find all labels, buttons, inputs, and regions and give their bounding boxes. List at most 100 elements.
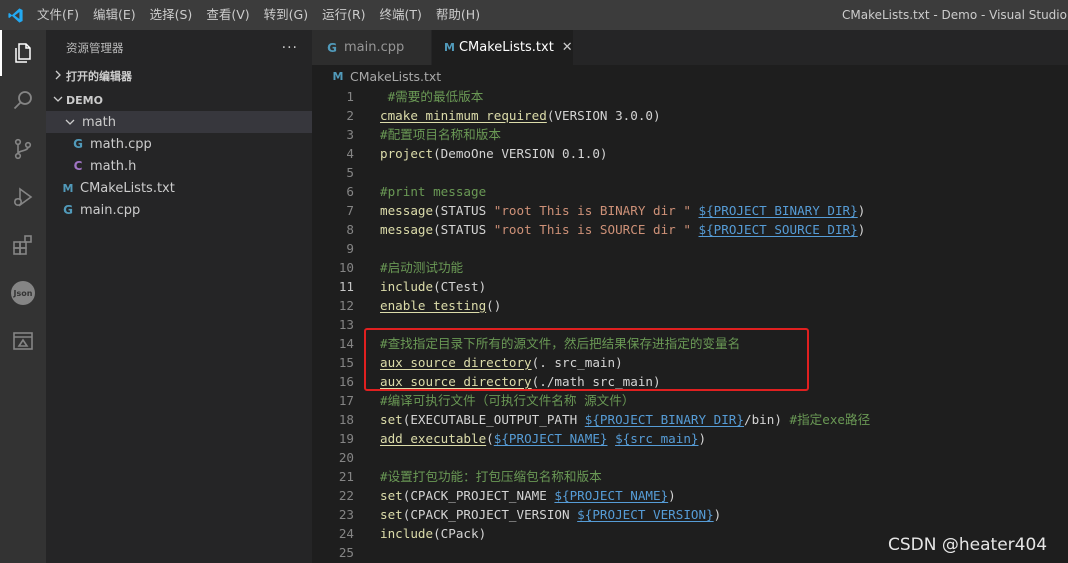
line-number: 2 [346, 108, 354, 123]
code-text: #设置打包功能：打包压缩包名称和版本 [380, 469, 602, 484]
code-line[interactable]: 7 message(STATUS "root This is BINARY dir… [312, 201, 1068, 220]
tab-cmakelists[interactable]: M CMakeLists.txt ✕ [432, 30, 574, 65]
code-line[interactable]: 19 add_executable(${PROJECT_NAME} ${src_m… [312, 429, 1068, 448]
code-line[interactable]: 16 aux_source_directory(./math src_main) [312, 372, 1068, 391]
line-number: 10 [338, 260, 354, 275]
watermark: CSDN @heater404 [888, 535, 1048, 555]
code-line[interactable]: 6 #print message [312, 182, 1068, 201]
code-line[interactable]: 17 #编译可执行文件（可执行文件名称 源文件） [312, 391, 1068, 410]
menu-selection[interactable]: 选择(S) [143, 0, 200, 30]
code-line[interactable]: 4 project(DemoOne VERSION 0.1.0) [312, 144, 1068, 163]
tree-item-label: math [82, 114, 116, 130]
menu-view[interactable]: 查看(V) [199, 0, 256, 30]
code-line[interactable]: 11 include(CTest) [312, 277, 1068, 296]
line-number: 22 [338, 488, 354, 503]
code-text: include(CTest) [380, 279, 487, 294]
code-line[interactable]: 8 message(STATUS "root This is SOURCE dir… [312, 220, 1068, 239]
code-text: #需要的最低版本 [387, 89, 484, 104]
code-line[interactable]: 13 [312, 315, 1068, 334]
tree-file-math-h[interactable]: C math.h [46, 155, 312, 177]
code-text: #配置项目名称和版本 [380, 127, 501, 142]
run-debug-icon[interactable] [0, 174, 46, 220]
line-number: 15 [338, 355, 354, 370]
editor-tabs: G main.cpp M CMakeLists.txt ✕ [312, 30, 1068, 65]
tree-file-math-cpp[interactable]: G math.cpp [46, 133, 312, 155]
code-text: #print message [380, 184, 487, 199]
tree-item-label: math.cpp [90, 136, 152, 152]
code-text: #编译可执行文件（可执行文件名称 源文件） [380, 393, 635, 408]
open-editors-section[interactable]: 打开的编辑器 [46, 65, 312, 87]
tab-label: main.cpp [344, 40, 405, 55]
code-line[interactable]: 1 #需要的最低版本 [312, 87, 1068, 106]
code-line[interactable]: 12 enable_testing() [312, 296, 1068, 315]
line-number: 17 [338, 393, 354, 408]
code-text: include(CPack) [380, 526, 487, 541]
code-line[interactable]: 18 set(EXECUTABLE_OUTPUT_PATH ${PROJECT_B… [312, 410, 1068, 429]
code-line[interactable]: 5 [312, 163, 1068, 182]
menu-run[interactable]: 运行(R) [315, 0, 372, 30]
menu-bar: 文件(F) 编辑(E) 选择(S) 查看(V) 转到(G) 运行(R) 终端(T… [30, 0, 487, 30]
explorer-icon[interactable] [0, 30, 46, 76]
tab-label: CMakeLists.txt [458, 40, 554, 55]
window-title: CMakeLists.txt - Demo - Visual Studio Co… [842, 8, 1068, 22]
code-editor[interactable]: 1 #需要的最低版本 2 cmake_minimum_required(VERSIO… [312, 87, 1068, 563]
code-text: aux_source_directory(./math src_main) [380, 374, 661, 389]
extensions-icon[interactable] [0, 222, 46, 268]
cmake-file-icon: M [332, 69, 344, 83]
code-line[interactable]: 2 cmake_minimum_required(VERSION 3.0.0) [312, 106, 1068, 125]
demo-project-section[interactable]: DEMO [46, 89, 312, 111]
code-text: message(STATUS "root This is BINARY dir … [380, 203, 866, 218]
code-line[interactable]: 9 [312, 239, 1068, 258]
code-text: enable_testing() [380, 298, 502, 313]
code-line[interactable]: 15 aux_source_directory(. src_main) [312, 353, 1068, 372]
tree-item-label: main.cpp [80, 202, 141, 218]
code-text: add_executable(${PROJECT_NAME} ${src_mai… [380, 431, 707, 446]
tree-item-label: CMakeLists.txt [80, 180, 175, 196]
line-number: 13 [338, 317, 354, 332]
menu-edit[interactable]: 编辑(E) [86, 0, 143, 30]
menu-terminal[interactable]: 终端(T) [373, 0, 429, 30]
explorer-sidebar: 资源管理器 ··· 打开的编辑器 DEMO math G math.cpp C … [46, 30, 312, 563]
tree-file-cmakelists[interactable]: M CMakeLists.txt [46, 177, 312, 199]
code-line[interactable]: 21 #设置打包功能：打包压缩包名称和版本 [312, 467, 1068, 486]
explorer-title: 资源管理器 [66, 40, 124, 55]
code-line[interactable]: 14 #查找指定目录下所有的源文件，然后把结果保存进指定的变量名 [312, 334, 1068, 353]
breadcrumb-file[interactable]: CMakeLists.txt [350, 69, 441, 84]
search-icon[interactable] [0, 78, 46, 124]
tree-file-main-cpp[interactable]: G main.cpp [46, 199, 312, 221]
code-text: cmake_minimum_required(VERSION 3.0.0) [380, 108, 661, 123]
code-line[interactable]: 22 set(CPACK_PROJECT_NAME ${PROJECT_NAME}… [312, 486, 1068, 505]
remote-explorer-icon[interactable] [0, 318, 46, 364]
code-text: #启动测试功能 [380, 260, 464, 275]
menu-go[interactable]: 转到(G) [257, 0, 315, 30]
code-line[interactable]: 23 set(CPACK_PROJECT_VERSION ${PROJECT_VE… [312, 505, 1068, 524]
line-number: 20 [338, 450, 354, 465]
code-line[interactable]: 20 [312, 448, 1068, 467]
line-number: 4 [346, 146, 354, 161]
code-text: set(CPACK_PROJECT_VERSION ${PROJECT_VERS… [380, 507, 722, 522]
tree-folder-math[interactable]: math [46, 111, 312, 133]
json-badge: Json [11, 281, 35, 305]
tab-main-cpp[interactable]: G main.cpp [312, 30, 432, 65]
line-number: 16 [338, 374, 354, 389]
code-line[interactable]: 3 #配置项目名称和版本 [312, 125, 1068, 144]
more-actions-icon[interactable]: ··· [282, 40, 298, 56]
title-bar: 文件(F) 编辑(E) 选择(S) 查看(V) 转到(G) 运行(R) 终端(T… [0, 0, 1068, 30]
source-control-icon[interactable] [0, 126, 46, 172]
code-text: #查找指定目录下所有的源文件，然后把结果保存进指定的变量名 [380, 336, 741, 351]
menu-help[interactable]: 帮助(H) [429, 0, 487, 30]
close-icon[interactable]: ✕ [562, 40, 573, 55]
line-number: 25 [338, 545, 354, 560]
menu-file[interactable]: 文件(F) [30, 0, 86, 30]
project-label: DEMO [66, 93, 103, 107]
line-number: 24 [338, 526, 354, 541]
line-number: 19 [338, 431, 354, 446]
code-text: aux_source_directory(. src_main) [380, 355, 623, 370]
code-line[interactable]: 10 #启动测试功能 [312, 258, 1068, 277]
header-file-icon: C [73, 159, 83, 173]
line-number: 1 [346, 89, 354, 104]
explorer-header: 资源管理器 ··· [46, 30, 312, 65]
json-icon[interactable]: Json [0, 270, 46, 316]
cpp-file-icon: G [63, 203, 73, 217]
activity-bar: Json [0, 30, 46, 563]
